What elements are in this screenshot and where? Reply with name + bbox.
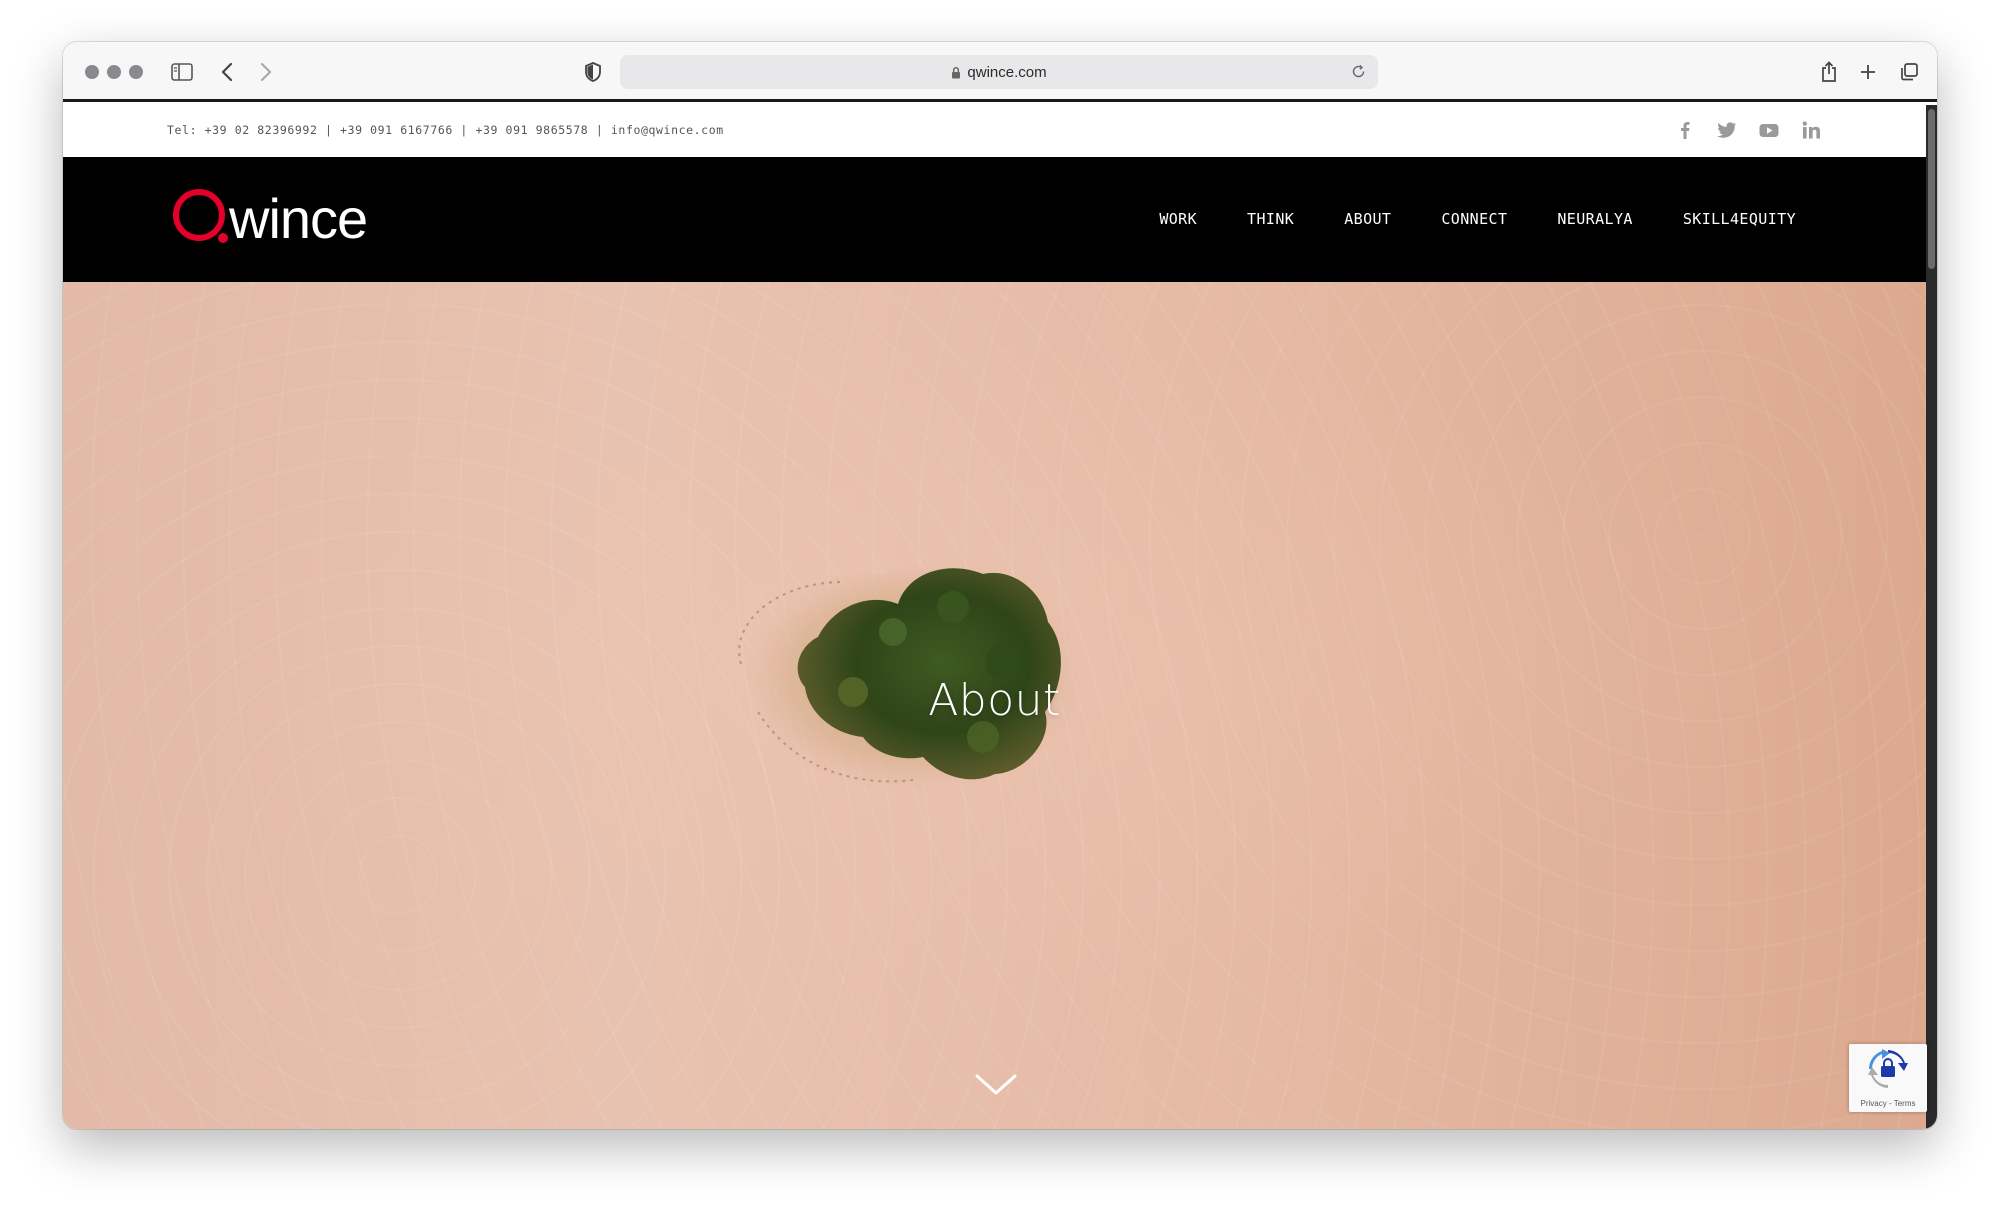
page-scrollbar[interactable] — [1926, 105, 1937, 1129]
forward-icon[interactable] — [259, 56, 273, 88]
share-icon[interactable] — [1820, 56, 1838, 88]
recaptcha-terms[interactable]: Privacy - Terms — [1849, 1099, 1927, 1108]
social-links — [1675, 119, 1821, 141]
logo-wordmark: wince — [229, 187, 368, 250]
reload-icon[interactable] — [1351, 64, 1366, 83]
browser-window: qwince.com Tel: +39 02 82396992 | +39 09… — [63, 42, 1937, 1129]
lock-icon — [951, 66, 961, 79]
zoom-window-button[interactable] — [129, 65, 143, 79]
new-tab-icon[interactable] — [1859, 56, 1877, 88]
tab-overview-icon[interactable] — [1899, 56, 1919, 88]
nav-item-about[interactable]: ABOUT — [1344, 210, 1391, 228]
scrollbar-thumb[interactable] — [1928, 109, 1935, 269]
url-text: qwince.com — [967, 63, 1047, 81]
privacy-shield-icon[interactable] — [584, 56, 602, 88]
qwince-logo[interactable]: wince — [171, 185, 368, 250]
recaptcha-icon — [1868, 1049, 1908, 1088]
minimize-window-button[interactable] — [107, 65, 121, 79]
page-viewport: Tel: +39 02 82396992 | +39 091 6167766 |… — [63, 105, 1926, 1129]
nav-item-neuralya[interactable]: NEURALYA — [1557, 210, 1632, 228]
nav-item-skill4equity[interactable]: SKILL4EQUITY — [1683, 210, 1796, 228]
hero-section: About — [63, 282, 1926, 1129]
nav-item-think[interactable]: THINK — [1247, 210, 1294, 228]
linkedin-icon[interactable] — [1801, 119, 1821, 141]
facebook-icon[interactable] — [1675, 119, 1695, 141]
nav-item-work[interactable]: WORK — [1159, 210, 1197, 228]
browser-toolbar: qwince.com — [63, 42, 1937, 102]
sidebar-toggle-icon[interactable] — [171, 56, 193, 88]
youtube-icon[interactable] — [1759, 119, 1779, 141]
contact-info: Tel: +39 02 82396992 | +39 091 6167766 |… — [167, 123, 724, 137]
close-window-button[interactable] — [85, 65, 99, 79]
back-icon[interactable] — [220, 56, 234, 88]
contact-bar: Tel: +39 02 82396992 | +39 091 6167766 |… — [63, 105, 1926, 157]
nav-item-connect[interactable]: CONNECT — [1441, 210, 1507, 228]
main-menu: WORK THINK ABOUT CONNECT NEURALYA SKILL4… — [1159, 210, 1796, 228]
twitter-icon[interactable] — [1717, 119, 1737, 141]
logo-q-mark — [173, 189, 228, 243]
hero-title: About — [928, 675, 1061, 726]
address-bar[interactable]: qwince.com — [620, 55, 1378, 89]
scroll-down-chevron-icon[interactable] — [974, 1072, 1018, 1103]
main-navbar: wince WORK THINK ABOUT CONNECT NEURALYA … — [63, 157, 1926, 282]
island-image — [738, 558, 1086, 794]
recaptcha-badge[interactable]: Privacy - Terms — [1849, 1044, 1927, 1112]
